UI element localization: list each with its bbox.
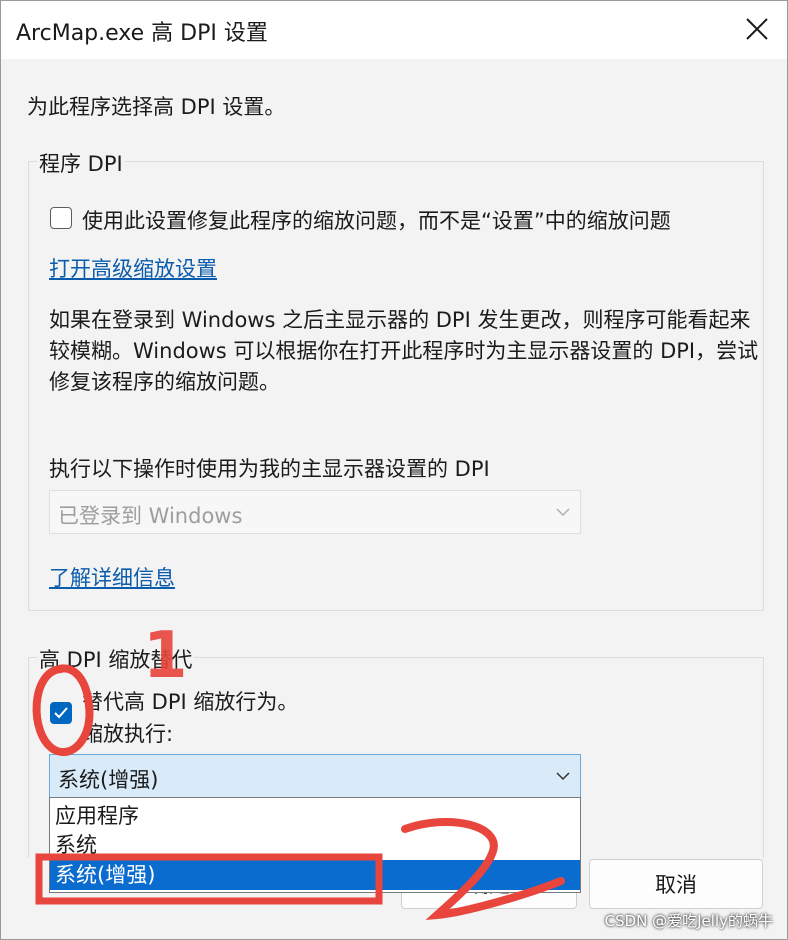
close-button[interactable] xyxy=(731,5,783,53)
title-bar: ArcMap.exe 高 DPI 设置 xyxy=(1,1,787,59)
cancel-button[interactable]: 取消 xyxy=(589,859,763,909)
dpi-select-label: 执行以下操作时使用为我的主显示器设置的 DPI xyxy=(49,457,490,481)
watermark: CSDN @爱吃Jelly的蜗牛 xyxy=(604,912,773,930)
mark-one-annotation: 1 xyxy=(143,619,188,693)
scaling-performed-label: 缩放执行: xyxy=(82,722,174,746)
fix-scaling-label: 使用此设置修复此程序的缩放问题，而不是“设置”中的缩放问题 xyxy=(82,209,671,233)
intro-text: 为此程序选择高 DPI 设置。 xyxy=(27,95,286,119)
dpi-trigger-value: 已登录到 Windows xyxy=(58,504,243,528)
scaling-mode-value: 系统(增强) xyxy=(58,768,159,792)
fix-scaling-checkbox[interactable] xyxy=(50,207,72,229)
option-system[interactable]: 系统 xyxy=(50,830,580,860)
close-icon xyxy=(746,18,768,40)
option-application[interactable]: 应用程序 xyxy=(50,801,580,831)
advanced-scaling-link[interactable]: 打开高级缩放设置 xyxy=(49,253,217,283)
dpi-description: 如果在登录到 Windows 之后主显示器的 DPI 发生更改，则程序可能看起来… xyxy=(49,308,759,394)
override-scaling-label: 替代高 DPI 缩放行为。 xyxy=(82,690,299,714)
dpi-trigger-select[interactable]: 已登录到 Windows xyxy=(49,490,581,534)
group-title-program-dpi: 程序 DPI xyxy=(37,148,125,178)
window-title: ArcMap.exe 高 DPI 设置 xyxy=(16,21,268,46)
scaling-mode-dropdown: 应用程序 系统 系统(增强) xyxy=(49,797,581,893)
dpi-settings-dialog: ArcMap.exe 高 DPI 设置 为此程序选择高 DPI 设置。 程序 D… xyxy=(0,0,788,940)
learn-more-link[interactable]: 了解详细信息 xyxy=(49,562,175,592)
chevron-down-icon xyxy=(556,508,570,517)
override-scaling-checkbox[interactable] xyxy=(50,702,72,724)
checkmark-icon xyxy=(54,707,68,719)
chevron-down-icon xyxy=(556,772,570,781)
scaling-mode-select[interactable]: 系统(增强) xyxy=(49,754,581,798)
option-system-enhanced[interactable]: 系统(增强) xyxy=(50,860,580,890)
